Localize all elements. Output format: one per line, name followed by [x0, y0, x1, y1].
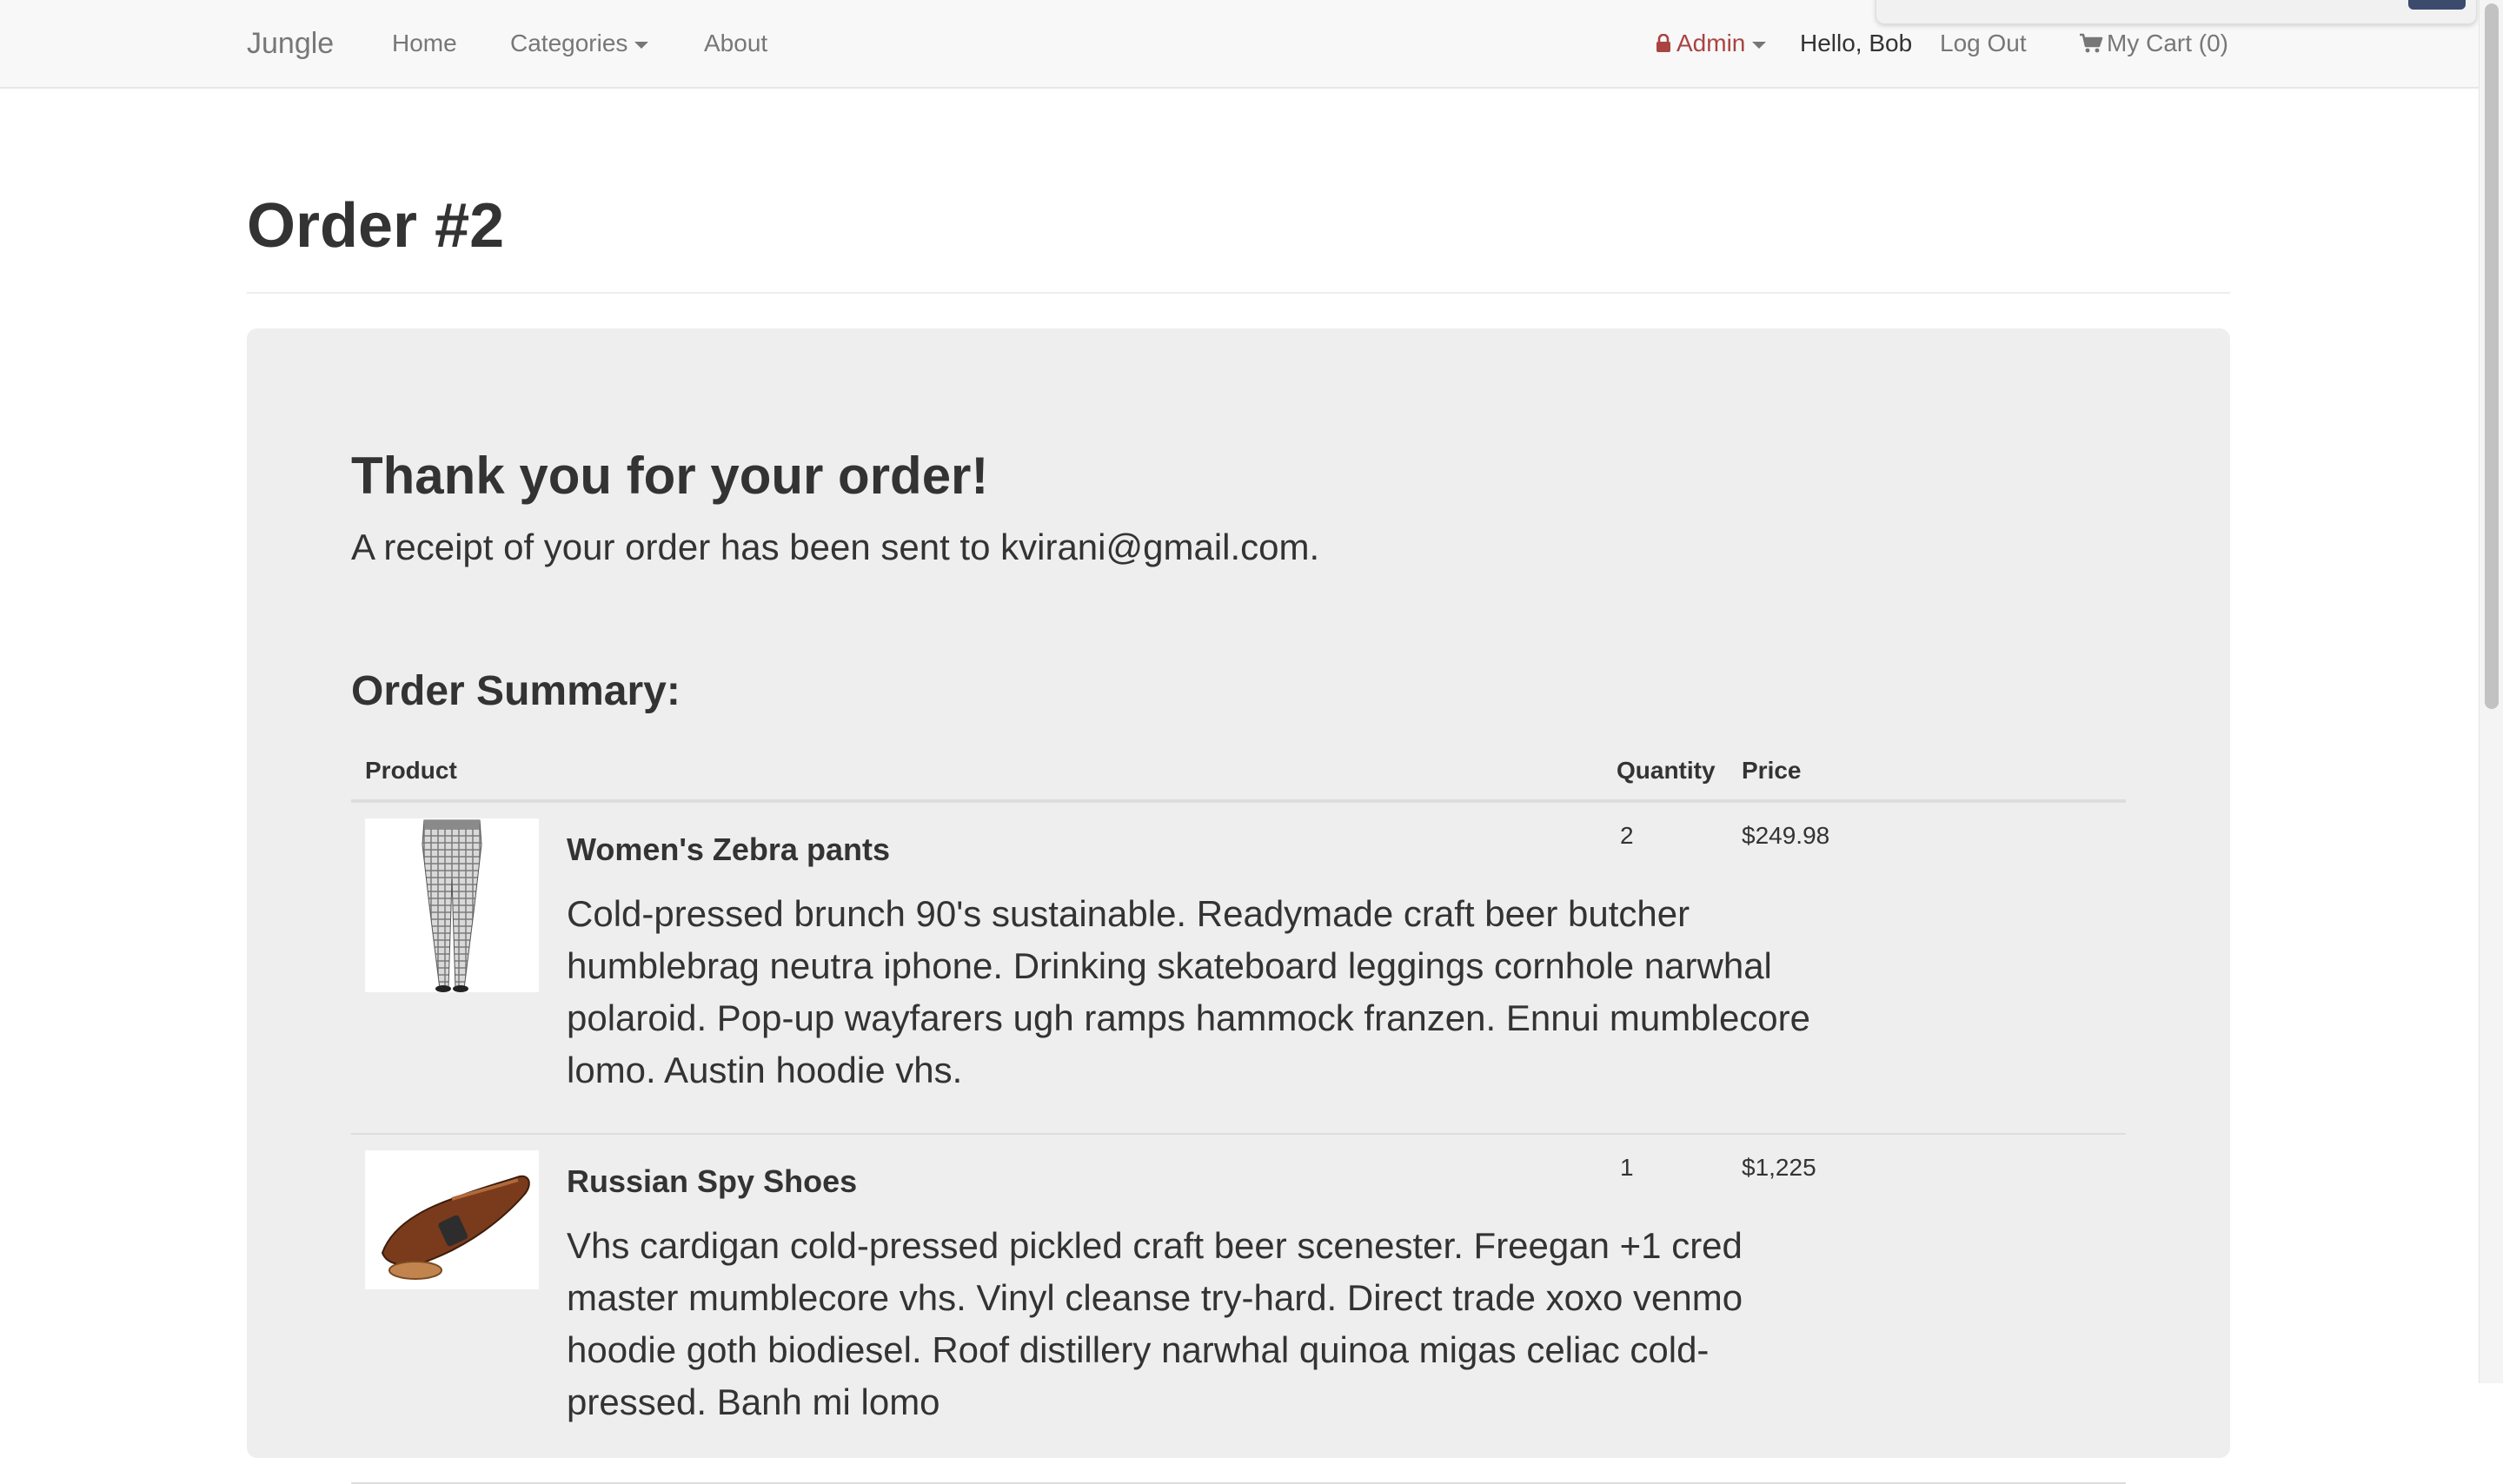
column-header-price: Price: [1742, 757, 1802, 784]
shopping-cart-icon: [2080, 33, 2103, 53]
shoe-image-icon: [365, 1150, 539, 1289]
nav-categories-label: Categories: [510, 30, 628, 56]
order-summary-table: Product Quantity Price Women's Zebra pan…: [351, 742, 2126, 1484]
product-image-pants[interactable]: [365, 818, 539, 992]
nav-home-link[interactable]: Home: [392, 0, 457, 87]
nav-admin-label: Admin: [1676, 30, 1746, 56]
receipt-message: A receipt of your order has been sent to…: [351, 527, 1320, 567]
nav-admin-dropdown[interactable]: Admin: [1656, 0, 1767, 87]
caret-down-icon: [1752, 41, 1767, 49]
page-title: Order #2: [247, 191, 505, 261]
floating-notification-chip[interactable]: [1876, 0, 2477, 24]
product-quantity: 1: [1620, 1154, 1634, 1181]
product-description: Vhs cardigan cold-pressed pickled craft …: [567, 1225, 1743, 1422]
table-header: Product Quantity Price: [351, 742, 2126, 803]
lock-icon: [1656, 34, 1670, 52]
product-price: $1,225: [1742, 1154, 1816, 1181]
product-description: Cold-pressed brunch 90's sustainable. Re…: [567, 893, 1811, 1090]
title-divider: [247, 292, 2230, 294]
brand-link[interactable]: Jungle: [247, 0, 334, 87]
table-row: Russian Spy Shoes Vhs cardigan cold-pres…: [351, 1135, 2126, 1484]
product-name[interactable]: Women's Zebra pants: [567, 829, 890, 871]
product-name[interactable]: Russian Spy Shoes: [567, 1161, 857, 1202]
column-header-quantity: Quantity: [1617, 757, 1716, 784]
product-quantity: 2: [1620, 822, 1634, 849]
order-summary-heading: Order Summary:: [351, 668, 681, 714]
thank-you-heading: Thank you for your order!: [351, 447, 989, 505]
caret-down-icon: [634, 41, 649, 49]
column-header-product: Product: [365, 757, 457, 784]
pants-image-icon: [365, 818, 539, 992]
order-confirmation-panel: Thank you for your order! A receipt of y…: [247, 328, 2230, 1484]
nav-categories-dropdown[interactable]: Categories: [510, 0, 649, 87]
avatar: [2408, 0, 2466, 10]
nav-about-link[interactable]: About: [704, 0, 767, 87]
product-image-shoes[interactable]: [365, 1150, 539, 1289]
product-price: $249.98: [1742, 822, 1830, 849]
page-scrollbar[interactable]: [2479, 0, 2503, 1383]
table-row: Women's Zebra pants Cold-pressed brunch …: [351, 803, 2126, 1135]
cart-label: My Cart (0): [2107, 30, 2228, 56]
scrollbar-thumb[interactable]: [2485, 3, 2499, 709]
